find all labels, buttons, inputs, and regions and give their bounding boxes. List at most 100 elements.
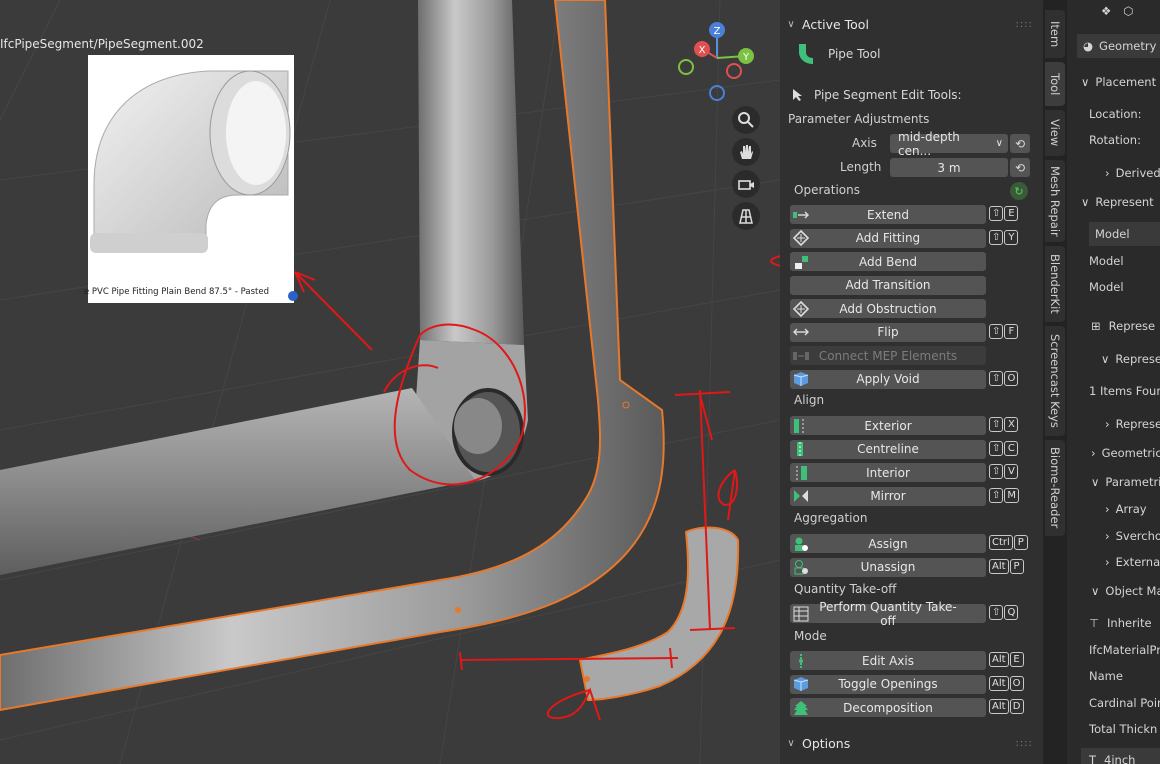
tab-blenderkit[interactable]: BlenderKit [1045, 246, 1065, 322]
centreline-button[interactable]: Centreline [790, 439, 986, 459]
camera-icon[interactable] [732, 170, 760, 198]
operation-row: Unassign Alt P [780, 557, 1043, 580]
svg-text:Z: Z [714, 26, 721, 37]
operation-row: Decomposition Alt D [780, 698, 1043, 720]
tab-item[interactable]: Item [1045, 10, 1065, 58]
representation-sub[interactable]: ∨ Represe [1067, 347, 1160, 371]
shortcut-key: X [1004, 417, 1019, 432]
button-label: Toggle Openings [838, 677, 938, 691]
operation-row: Exterior ⇧ X [780, 416, 1043, 438]
exterior-button[interactable]: Exterior [790, 416, 986, 435]
add-bend-button[interactable]: Add Bend [790, 252, 986, 271]
button-label: Add Bend [859, 254, 917, 269]
derived-section[interactable]: › Derived [1067, 161, 1160, 185]
align-centre-icon [790, 440, 812, 459]
add-transition-button[interactable]: Add Transition [790, 275, 986, 295]
grid-icon[interactable] [732, 202, 760, 230]
operation-row: Toggle Openings Alt O [780, 674, 1043, 697]
toggle-openings-button[interactable]: Toggle Openings [790, 674, 986, 694]
apply-void-button[interactable]: Apply Void [790, 369, 986, 389]
reset-length-icon[interactable]: ⟲ [1010, 158, 1030, 177]
refresh-icon[interactable]: ↻ [1010, 182, 1028, 200]
shortcut-keys: Alt D [989, 699, 1024, 714]
pan-hand-icon[interactable] [732, 138, 760, 166]
shortcut-key: E [1004, 206, 1019, 221]
quantity-icon [790, 604, 812, 623]
reference-caption: e PVC Pipe Fitting Plain Bend 87.5° - Pa… [84, 287, 269, 297]
geometry-icon: ◕ [1083, 39, 1094, 53]
object-material-section[interactable]: ∨ Object Ma [1067, 579, 1160, 603]
length-field[interactable]: 3 m [890, 158, 1008, 177]
edit-axis-button[interactable]: Edit Axis [790, 651, 986, 670]
add-fitting-button[interactable]: Add Fitting [790, 228, 986, 248]
array-section[interactable]: › Array [1067, 497, 1160, 521]
shortcut-key: ⇧ [989, 487, 1004, 503]
zoom-icon[interactable] [732, 106, 760, 134]
shortcut-key: Alt [989, 699, 1009, 714]
geometric-section[interactable]: › Geometric [1067, 441, 1160, 465]
tab-mesh-repair[interactable]: Mesh Repair [1045, 160, 1065, 242]
mirror-button[interactable]: Mirror [790, 486, 986, 506]
assign-button[interactable]: Assign [790, 534, 986, 553]
unassign-button[interactable]: Unassign [790, 557, 986, 577]
grip-icon[interactable]: :::: [1016, 738, 1033, 749]
extend-button[interactable]: Extend [790, 205, 986, 224]
total-thickness-label: Total Thickn [1089, 722, 1158, 736]
vertical-pipe[interactable] [418, 0, 524, 345]
shortcut-key: P [1013, 535, 1028, 550]
sverchok-section[interactable]: ›Sverchok [1067, 524, 1160, 548]
mode-section-label: Mode [794, 629, 827, 643]
object-title: IfcPipeSegment/PipeSegment.002 [0, 37, 204, 51]
active-tool[interactable]: Pipe Tool [794, 42, 880, 66]
tab-screencast-keys[interactable]: Screencast Keys [1045, 326, 1065, 436]
button-label: Unassign [860, 560, 916, 574]
type-field[interactable]: T 4inch [1081, 748, 1160, 764]
tab-tool[interactable]: Tool [1045, 62, 1065, 106]
add-obstruction-button[interactable]: Add Obstruction [790, 299, 986, 318]
tab-view[interactable]: View [1045, 110, 1065, 156]
representation-section[interactable]: ∨ Represent [1067, 190, 1160, 214]
reset-axis-icon[interactable]: ⟲ [1010, 134, 1030, 153]
tool-panel: ∨ Active Tool :::: Pipe Tool Pipe Segmen… [780, 0, 1043, 764]
3d-viewport[interactable]: IfcPipeSegment/PipeSegment.002 e PVC Pip… [0, 0, 780, 764]
shortcut-keys: ⇧ M [989, 487, 1020, 503]
interior-button[interactable]: Interior [790, 463, 986, 482]
tab-biome-reader[interactable]: Biome-Reader [1045, 440, 1065, 536]
connect-mep-elements-button[interactable]: Connect MEP Elements [790, 346, 986, 365]
button-label: Exterior [864, 418, 912, 433]
perform-quantity-take-off-button[interactable]: Perform Quantity Take-off [790, 600, 986, 628]
decomposition-button[interactable]: Decomposition [790, 698, 986, 717]
model-dropdown[interactable]: Model [1089, 222, 1160, 246]
shortcut-keys: Alt E [989, 652, 1024, 667]
geometry-tab[interactable]: ◕ Geometry [1077, 34, 1160, 58]
reference-image[interactable]: e PVC Pipe Fitting Plain Bend 87.5° - Pa… [84, 55, 298, 303]
flip-button[interactable]: Flip [790, 322, 986, 342]
shortcut-key: E [1009, 652, 1024, 667]
representation-icon: ⊞ [1091, 319, 1101, 333]
active-tool-header[interactable]: ∨ Active Tool :::: [780, 12, 1043, 36]
button-label: Interior [866, 465, 910, 480]
placement-section[interactable]: ∨ Placement [1067, 70, 1160, 94]
operation-row: Connect MEP Elements [780, 346, 1043, 368]
navigation-gizmo[interactable]: Z X Y [678, 18, 762, 104]
grip-icon[interactable]: :::: [1016, 19, 1033, 30]
mirror-icon [790, 487, 812, 506]
external-section[interactable]: › External [1067, 550, 1160, 574]
parametric-section[interactable]: ∨Parametric [1067, 470, 1160, 494]
shortcut-keys: ⇧ V [989, 464, 1019, 479]
location-label: Location: [1089, 107, 1142, 121]
options-header[interactable]: ∨ Options :::: [780, 731, 1043, 755]
align-interior-icon [790, 463, 812, 482]
shortcut-key: C [1004, 440, 1019, 456]
axis-dropdown[interactable]: mid-depth cen... ∨ [890, 130, 1008, 158]
tool-name: Pipe Tool [828, 47, 881, 61]
representation-item[interactable]: ⊞ Represe [1067, 314, 1160, 338]
shortcut-keys: ⇧ Q [989, 605, 1019, 620]
cube-icon[interactable]: ⬡ [1123, 4, 1133, 18]
operation-row: Add Fitting ⇧ Y [780, 228, 1043, 251]
operation-row: Add Transition [780, 275, 1043, 298]
object-icon[interactable]: ❖ [1101, 4, 1111, 18]
horizontal-pipe-left[interactable] [0, 388, 475, 575]
representation-sub-2[interactable]: › Represe [1067, 412, 1160, 436]
operation-row: Add Bend [780, 252, 1043, 274]
